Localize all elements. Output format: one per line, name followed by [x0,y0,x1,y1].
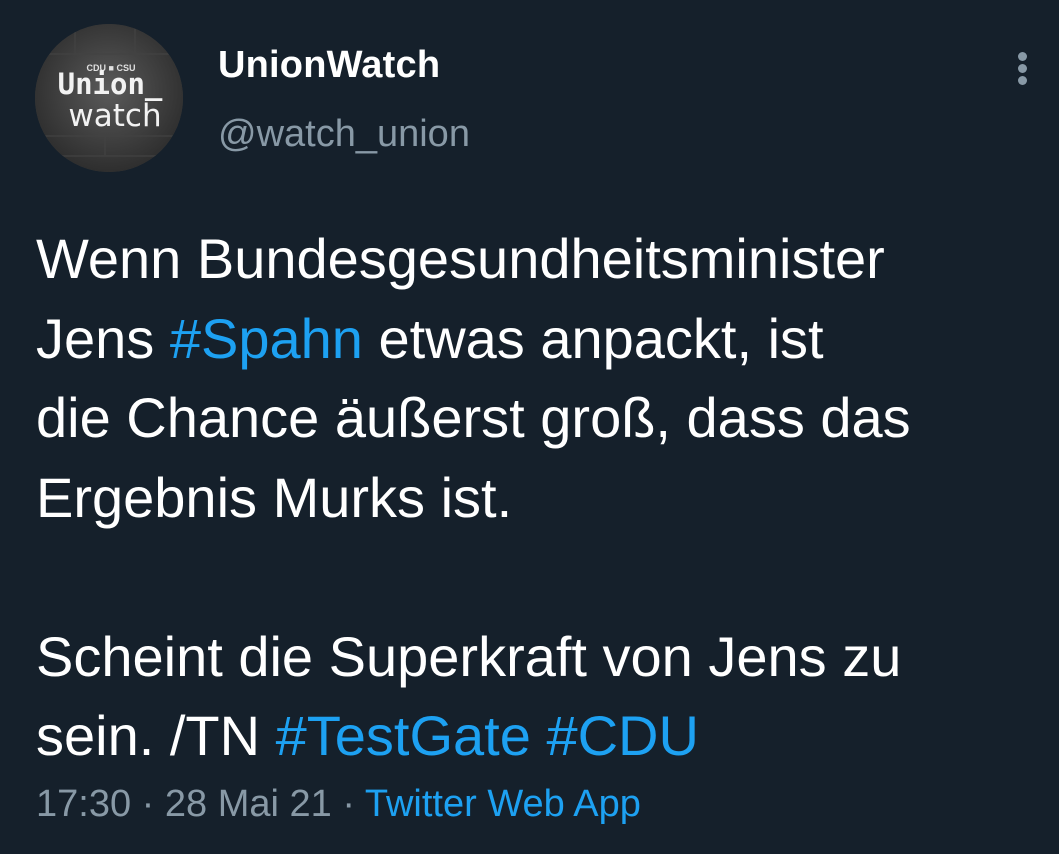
tweet-line: Scheint die Superkraft von Jens zu [36,624,902,688]
meta-separator: · [331,783,365,825]
more-options-button[interactable] [1007,46,1039,88]
avatar-line2: watch [68,98,161,134]
tweet-time[interactable]: 17:30 [36,783,131,825]
author-display-name[interactable]: UnionWatch [218,44,440,87]
tweet-line: die Chance äußerst groß, dass das [36,386,911,449]
tweet-date[interactable]: 28 Mai 21 [165,783,332,825]
avatar-image: CDU ■ CSU Union_ watch [35,24,183,172]
tweet-text-segment: sein. /TN [36,704,276,767]
tweet-line: Jens #Spahn etwas anpackt, ist [36,299,1036,379]
tweet: CDU ■ CSU Union_ watch UnionWatch @watch… [0,0,1059,854]
vertical-ellipsis-icon [1018,52,1027,61]
hashtag-link[interactable]: #TestGate [276,704,531,767]
avatar-line1: Union_ [58,67,163,101]
vertical-ellipsis-icon-dot [1018,76,1027,85]
tweet-text-segment: Jens [36,306,170,370]
tweet-space [531,704,547,767]
tweet-line: sein. /TN #TestGate #CDU [36,696,1036,776]
tweet-line: Wenn Bundesgesundheitsminister [36,227,885,290]
meta-separator: · [131,783,165,825]
tweet-source-link[interactable]: Twitter Web App [365,783,641,825]
tweet-meta: 17:30 · 28 Mai 21 · Twitter Web App [36,783,641,826]
hashtag-link[interactable]: #CDU [546,704,698,767]
vertical-ellipsis-icon-dot [1018,64,1027,73]
tweet-text-segment: etwas anpackt, ist [362,306,824,370]
avatar[interactable]: CDU ■ CSU Union_ watch [35,24,183,172]
author-handle[interactable]: @watch_union [218,113,470,156]
tweet-text: Wenn Bundesgesundheitsminister Jens #Spa… [36,219,1036,776]
tweet-line: Ergebnis Murks ist. [36,465,513,529]
hashtag-link[interactable]: #Spahn [170,307,363,370]
